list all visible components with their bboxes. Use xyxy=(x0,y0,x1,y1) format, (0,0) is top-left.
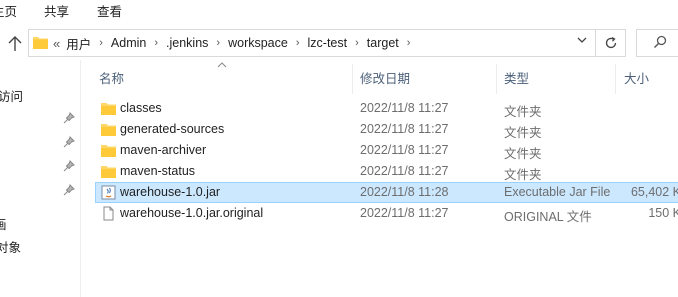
column-divider[interactable] xyxy=(352,64,353,94)
address-bar[interactable]: « 用户 › Admin › .jenkins › workspace › lz… xyxy=(28,29,596,57)
file-size: 150 K xyxy=(648,206,678,220)
file-date: 2022/11/8 11:27 xyxy=(360,101,449,115)
breadcrumb: « 用户 › Admin › .jenkins › workspace › lz… xyxy=(53,30,418,56)
pin-icon[interactable] xyxy=(63,160,75,172)
breadcrumb-item[interactable]: .jenkins xyxy=(166,36,208,50)
pin-icon[interactable] xyxy=(63,112,75,124)
table-row-selected[interactable]: warehouse-1.0.jar 2022/11/8 11:28 Execut… xyxy=(95,182,678,203)
sort-ascending-icon xyxy=(217,60,227,70)
chevron-right-icon[interactable]: › xyxy=(355,37,359,49)
chevron-right-icon[interactable]: › xyxy=(216,37,220,49)
file-type: 文件夹 xyxy=(504,105,542,119)
chevron-right-icon[interactable]: › xyxy=(407,37,411,49)
file-date: 2022/11/8 11:27 xyxy=(360,206,449,220)
search-icon xyxy=(653,35,667,53)
tab-view[interactable]: 查看 xyxy=(97,1,122,20)
chevron-right-icon[interactable]: › xyxy=(296,37,300,49)
nav-item-3d-objects[interactable]: 对象 xyxy=(0,237,21,256)
table-row[interactable]: warehouse-1.0.jar.original 2022/11/8 11:… xyxy=(95,203,678,224)
chevron-right-icon[interactable]: › xyxy=(99,37,103,49)
ribbon-tabs: 主页 共享 查看 xyxy=(0,0,678,22)
file-name: classes xyxy=(120,101,162,115)
file-size: 65,402 K xyxy=(630,185,678,199)
file-type: ORIGINAL 文件 xyxy=(504,210,592,224)
nav-item-pictures[interactable]: 画 xyxy=(0,214,7,233)
chevron-down-icon[interactable] xyxy=(575,35,589,49)
folder-icon xyxy=(101,124,116,136)
up-arrow-icon[interactable] xyxy=(6,36,24,54)
folder-icon xyxy=(101,145,116,157)
folder-icon xyxy=(101,103,116,115)
file-date: 2022/11/8 11:27 xyxy=(360,143,449,157)
table-row[interactable]: generated-sources 2022/11/8 11:27 文件夹 xyxy=(95,119,678,140)
table-row[interactable]: maven-archiver 2022/11/8 11:27 文件夹 xyxy=(95,140,678,161)
breadcrumb-item[interactable]: lzc-test xyxy=(308,36,348,50)
pin-icon[interactable] xyxy=(63,136,75,148)
file-name: generated-sources xyxy=(120,122,225,136)
table-row[interactable]: classes 2022/11/8 11:27 文件夹 xyxy=(95,98,678,119)
column-divider[interactable] xyxy=(615,64,616,94)
breadcrumb-item[interactable]: workspace xyxy=(228,36,288,50)
column-header-type[interactable]: 类型 xyxy=(504,64,529,94)
refresh-button[interactable] xyxy=(596,29,626,57)
file-type: 文件夹 xyxy=(504,168,542,182)
nav-item-quick-access[interactable]: 访问 xyxy=(0,86,23,105)
breadcrumb-item[interactable]: 用户 xyxy=(66,34,91,53)
file-type: 文件夹 xyxy=(504,126,542,140)
file-name: maven-status xyxy=(120,164,196,178)
column-header-size[interactable]: 大小 xyxy=(624,64,649,94)
refresh-icon xyxy=(605,36,616,49)
file-icon xyxy=(103,206,114,221)
breadcrumb-overflow[interactable]: « xyxy=(53,36,60,51)
table-row[interactable]: maven-status 2022/11/8 11:27 文件夹 xyxy=(95,161,678,182)
file-name: warehouse-1.0.jar xyxy=(120,185,221,199)
pin-icon[interactable] xyxy=(63,184,75,196)
search-input[interactable] xyxy=(636,29,678,57)
file-date: 2022/11/8 11:27 xyxy=(360,122,449,136)
folder-icon xyxy=(33,37,48,49)
column-header-name[interactable]: 名称 xyxy=(99,64,124,94)
breadcrumb-item[interactable]: Admin xyxy=(111,36,146,50)
file-name: maven-archiver xyxy=(120,143,207,157)
folder-icon xyxy=(101,166,116,178)
file-date: 2022/11/8 11:27 xyxy=(360,164,449,178)
tab-share[interactable]: 共享 xyxy=(44,1,69,20)
file-date: 2022/11/8 11:28 xyxy=(360,185,449,199)
chevron-right-icon[interactable]: › xyxy=(154,37,158,49)
navigation-pane: 访问 画 对象 xyxy=(0,60,81,297)
file-name: warehouse-1.0.jar.original xyxy=(120,206,264,220)
java-jar-icon xyxy=(101,185,116,200)
tab-home[interactable]: 主页 xyxy=(0,1,17,20)
breadcrumb-item[interactable]: target xyxy=(367,36,399,50)
column-divider[interactable] xyxy=(496,64,497,94)
column-header-date[interactable]: 修改日期 xyxy=(360,64,410,94)
file-type: 文件夹 xyxy=(504,147,542,161)
